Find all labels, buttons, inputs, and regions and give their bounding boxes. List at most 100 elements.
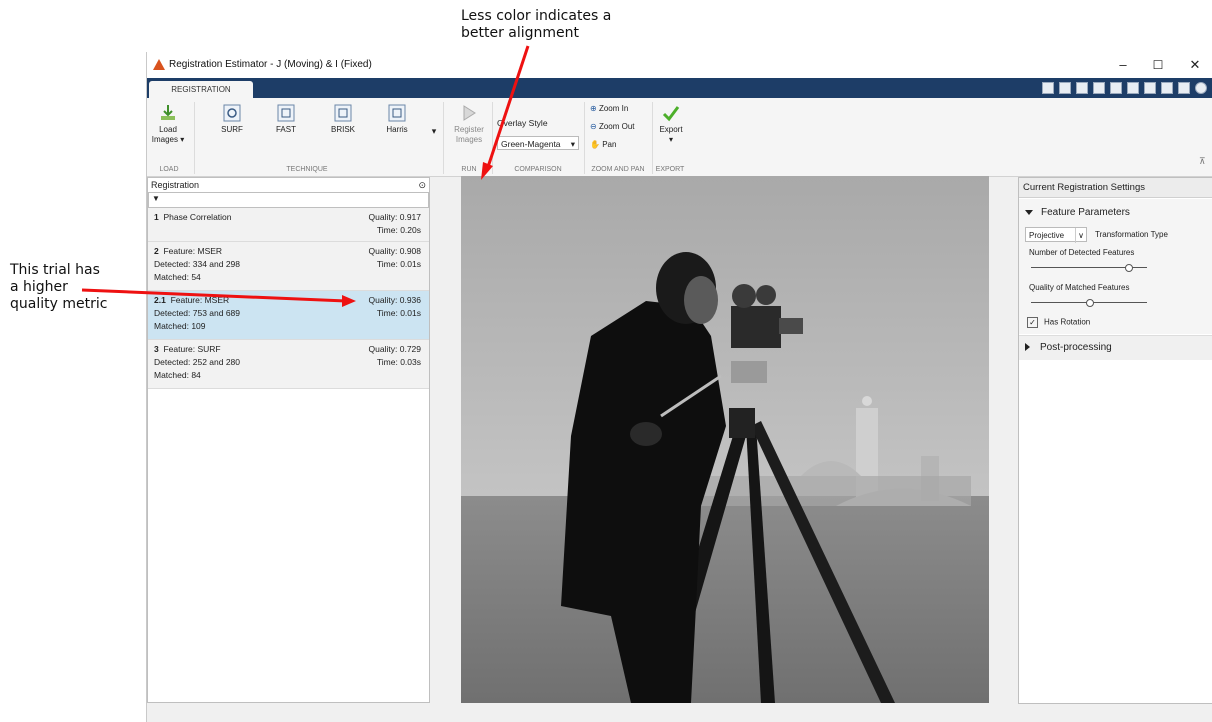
- section-load: LOAD: [159, 166, 179, 173]
- has-rotation-label: Has Rotation: [1044, 317, 1091, 327]
- fast-button[interactable]: FAST: [271, 104, 301, 135]
- settings-title: Current Registration Settings: [1019, 178, 1212, 198]
- slider-thumb[interactable]: [1124, 264, 1133, 272]
- checkmark-icon: ✓: [1027, 317, 1038, 328]
- pan-button[interactable]: ✋ Pan: [590, 140, 616, 149]
- load-icon: [161, 105, 175, 120]
- caret-down-icon: [1025, 209, 1033, 215]
- load-images-button[interactable]: Load Images ▾: [151, 104, 185, 145]
- trial-row[interactable]: 1 Phase Correlation Quality: 0.917 Time: …: [148, 208, 429, 242]
- registration-filter[interactable]: ▼: [148, 192, 429, 208]
- trial-time: Time: 0.20s: [376, 225, 421, 235]
- fast-label: FAST: [275, 125, 296, 134]
- slider-thumb[interactable]: [1086, 299, 1094, 307]
- trial-row[interactable]: 2 Feature: MSER Detected: 334 and 298 Ma…: [148, 242, 429, 291]
- brisk-button[interactable]: BRISK: [327, 104, 359, 135]
- section-run: RUN: [461, 166, 477, 173]
- trial-matched: Matched: 84: [154, 370, 201, 380]
- section-export: EXPORT: [655, 166, 685, 173]
- trial-name: Feature: MSER: [170, 295, 230, 305]
- zoom-out-label: Zoom Out: [598, 122, 635, 131]
- chevron-down-icon: ▾: [570, 139, 575, 149]
- feature-parameters-label: Feature Parameters: [1041, 207, 1130, 218]
- zoom-out-button[interactable]: ⊖ Zoom Out: [590, 122, 635, 131]
- toolstrip: Load Images ▾ SURF FAST BRISK Harris ▾ R…: [147, 98, 1212, 177]
- brisk-label: BRISK: [330, 125, 355, 134]
- num-detected-slider[interactable]: [1031, 264, 1147, 272]
- undo-icon[interactable]: [1076, 82, 1088, 94]
- caret-right-icon: [1025, 343, 1030, 352]
- trial-id: 3: [154, 344, 159, 354]
- dock-icon[interactable]: [1178, 82, 1190, 94]
- filter-chevron-icon: ▼: [152, 194, 160, 203]
- harris-button[interactable]: Harris: [381, 104, 413, 135]
- annotation-left-line3: quality metric: [10, 296, 108, 312]
- copy-icon[interactable]: [1110, 82, 1122, 94]
- trial-quality: Quality: 0.917: [368, 212, 421, 222]
- quick-access-icon[interactable]: [1042, 82, 1054, 94]
- section-technique: TECHNIQUE: [286, 166, 328, 173]
- checkmark-icon: [662, 106, 680, 122]
- window-title: Registration Estimator - J (Moving) & I …: [169, 59, 372, 70]
- help-icon[interactable]: [1195, 82, 1207, 94]
- trial-row-selected[interactable]: 2.1 Feature: MSER Detected: 753 and 689 …: [148, 291, 429, 340]
- trial-id: 2: [154, 246, 159, 256]
- zoom-in-button[interactable]: ⊕ Zoom In: [590, 104, 628, 113]
- trial-id: 2.1: [154, 295, 166, 305]
- harris-label: Harris: [386, 125, 408, 134]
- annotation-top-line1: Less color indicates a: [461, 8, 612, 24]
- save-icon[interactable]: [1059, 82, 1071, 94]
- export-label: Export: [659, 125, 683, 134]
- matlab-logo-icon: [153, 59, 165, 70]
- transformation-type-value: Projective: [1029, 231, 1065, 240]
- transformation-type-select[interactable]: Projective ∨: [1025, 227, 1087, 243]
- has-rotation-checkbox[interactable]: ✓ Has Rotation: [1027, 317, 1090, 328]
- feature-parameters-header[interactable]: Feature Parameters: [1025, 207, 1130, 218]
- trial-detected: Detected: 334 and 298: [154, 259, 241, 269]
- registration-title: Registration: [151, 180, 200, 190]
- surf-label: SURF: [221, 125, 243, 134]
- zoom-out-icon: ⊖: [590, 122, 597, 131]
- trial-quality: Quality: 0.729: [368, 344, 421, 354]
- surf-icon: [223, 104, 241, 122]
- tab-registration[interactable]: REGISTRATION: [149, 81, 253, 98]
- fast-icon: [277, 104, 295, 122]
- post-processing-section[interactable]: Post-processing: [1019, 335, 1212, 360]
- play-icon: [463, 105, 476, 121]
- tab-strip: REGISTRATION: [147, 78, 1212, 98]
- overlay-style-select[interactable]: Green-Magenta ▾: [497, 136, 579, 150]
- register-images-button[interactable]: Register Images: [449, 104, 489, 145]
- paste-icon[interactable]: [1127, 82, 1139, 94]
- brisk-icon: [334, 104, 352, 122]
- redo-icon[interactable]: [1144, 82, 1156, 94]
- cut-icon[interactable]: [1093, 82, 1105, 94]
- maximize-button[interactable]: ☐: [1144, 55, 1172, 75]
- annotation-top-line2: better alignment: [461, 25, 580, 41]
- export-chevron-icon: ▾: [668, 135, 673, 144]
- technique-more-button[interactable]: ▾: [429, 126, 439, 136]
- harris-icon: [388, 104, 406, 122]
- registration-panel: Registration ⊙ ▼ 1 Phase Correlation Qua…: [147, 177, 430, 703]
- trial-quality: Quality: 0.908: [368, 246, 421, 256]
- post-processing-label: Post-processing: [1040, 342, 1112, 353]
- zoom-in-label: Zoom In: [598, 104, 629, 113]
- trial-name: Feature: SURF: [163, 344, 221, 354]
- trial-time: Time: 0.03s: [376, 357, 421, 367]
- overlay-style-value: Green-Magenta: [501, 139, 561, 149]
- minimize-button[interactable]: –: [1109, 55, 1137, 75]
- panel-options-icon[interactable]: ⊙: [418, 178, 426, 192]
- pan-icon: ✋: [590, 140, 600, 149]
- collapse-toolstrip-icon[interactable]: ⊼: [1199, 156, 1206, 167]
- section-zoom-and-pan: ZOOM AND PAN: [591, 166, 645, 173]
- export-button[interactable]: Export ▾: [655, 104, 687, 145]
- post-processing-header[interactable]: Post-processing: [1025, 342, 1112, 353]
- share-icon[interactable]: [1161, 82, 1173, 94]
- register-images-label: Register Images: [454, 125, 484, 144]
- quality-matched-slider[interactable]: [1031, 299, 1147, 307]
- surf-button[interactable]: SURF: [217, 104, 247, 135]
- trial-name: Feature: MSER: [163, 246, 223, 256]
- trial-time: Time: 0.01s: [376, 308, 421, 318]
- close-button[interactable]: ✕: [1181, 55, 1209, 75]
- registered-image-view[interactable]: [461, 176, 989, 703]
- trial-row[interactable]: 3 Feature: SURF Detected: 252 and 280 Ma…: [148, 340, 429, 389]
